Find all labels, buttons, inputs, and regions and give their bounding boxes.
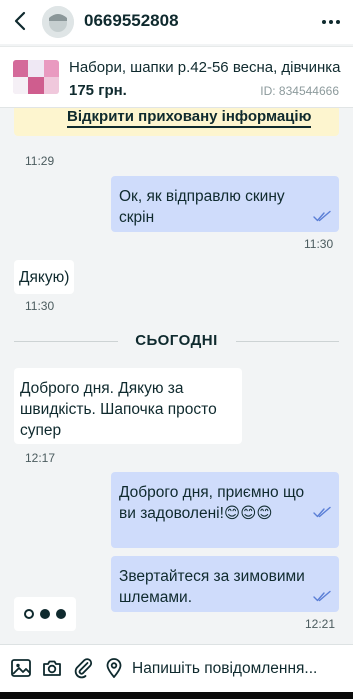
message-text: Ок, як відправлю скину скрін <box>119 188 285 226</box>
message-list[interactable]: Відкрити приховану інформацію 11:29 Ок, … <box>0 108 353 644</box>
message-text: Доброго дня. Дякую за швидкість. Шапочка… <box>20 380 217 439</box>
message-text: Звертайтеся за зимовими шлемами. <box>119 568 305 606</box>
double-check-icon <box>313 210 331 222</box>
back-arrow-icon[interactable] <box>10 10 32 32</box>
ad-photo-icon <box>13 60 59 94</box>
incoming-message[interactable]: Доброго дня. Дякую за швидкість. Шапочка… <box>14 368 242 444</box>
outgoing-message[interactable]: Ок, як відправлю скину скрін <box>111 176 339 232</box>
ad-thumbnail <box>13 60 59 94</box>
message-text: Дякую) <box>19 269 70 286</box>
ad-id: ID: 834544666 <box>260 84 339 98</box>
avatar[interactable] <box>42 6 74 38</box>
ad-price: 175 грн. <box>69 82 127 99</box>
message-time: 11:30 <box>25 299 55 313</box>
message-composer <box>0 644 353 692</box>
typing-dot <box>24 609 34 619</box>
location-pin-icon[interactable] <box>103 657 125 679</box>
date-divider-label: СЬОГОДНІ <box>135 332 218 349</box>
typing-dot <box>56 609 66 619</box>
ad-summary[interactable]: Набори, шапки р.42-56 весна, дівчинка 17… <box>0 46 353 108</box>
message-time: 12:17 <box>25 451 56 465</box>
message-input[interactable] <box>132 655 344 683</box>
system-nav-bar <box>0 692 353 699</box>
chat-header: 0669552808 <box>0 0 353 44</box>
chat-title: 0669552808 <box>84 11 179 30</box>
reveal-hidden-info-link[interactable]: Відкрити приховану інформацію <box>67 108 312 128</box>
outgoing-message[interactable]: Доброго дня, приємно що ви задоволені!😊😊… <box>111 472 339 548</box>
typing-indicator <box>14 597 76 631</box>
message-time: 11:30 <box>304 237 334 251</box>
double-check-icon <box>313 590 331 602</box>
message-text: Доброго дня, приємно що ви задоволені!😊😊… <box>119 484 305 522</box>
message-time: 11:29 <box>25 154 55 168</box>
ad-title: Набори, шапки р.42-56 весна, дівчинка <box>69 59 341 76</box>
paperclip-icon[interactable] <box>72 657 94 679</box>
camera-icon[interactable] <box>41 657 63 679</box>
double-check-icon <box>313 506 331 518</box>
outgoing-message[interactable]: Звертайтеся за зимовими шлемами. <box>111 556 339 612</box>
image-icon[interactable] <box>10 657 32 679</box>
message-time: 12:21 <box>305 617 336 631</box>
user-avatar-icon <box>42 6 74 38</box>
hidden-info-banner: Відкрити приховану інформацію <box>14 108 339 136</box>
incoming-message[interactable]: Дякую) <box>14 260 75 294</box>
more-options-icon[interactable] <box>319 10 343 34</box>
typing-dot <box>40 609 50 619</box>
